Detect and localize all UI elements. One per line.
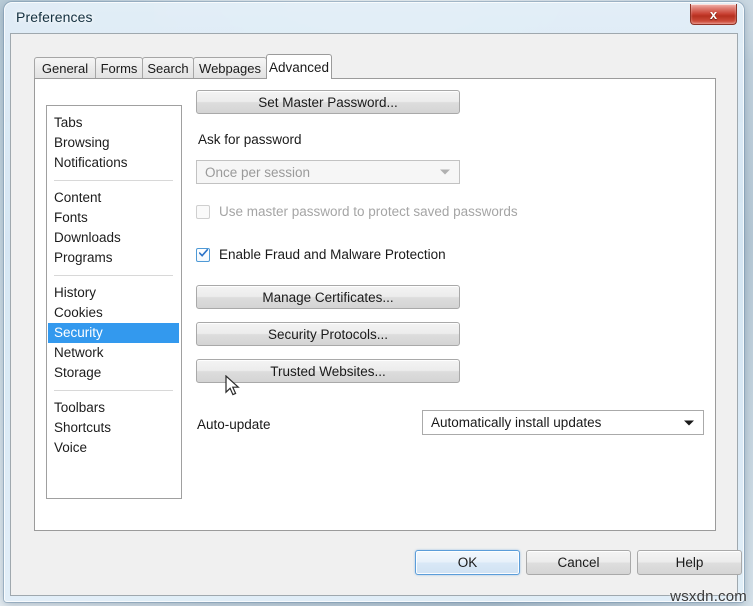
tab-search[interactable]: Search xyxy=(142,57,194,78)
sidebar-item-voice[interactable]: Voice xyxy=(47,438,181,458)
enable-fraud-protection-checkbox[interactable] xyxy=(196,247,210,262)
ok-button[interactable]: OK xyxy=(415,550,520,575)
category-group-separator xyxy=(54,275,173,276)
close-button[interactable]: x xyxy=(690,4,737,25)
sidebar-item-history[interactable]: History xyxy=(47,283,181,303)
chevron-down-icon xyxy=(440,169,450,175)
enable-fraud-protection-label: Enable Fraud and Malware Protection xyxy=(219,247,446,262)
sidebar-item-security[interactable]: Security xyxy=(48,323,179,343)
dialog-client-area: General Forms Search Webpages Advanced Tabs B… xyxy=(10,33,742,596)
use-master-password-checkbox-row[interactable]: Use master password to protect saved pas… xyxy=(196,204,518,219)
preferences-window: Preferences x General Forms Search Webpages… xyxy=(4,2,744,602)
tab-forms[interactable]: Forms xyxy=(95,57,143,78)
sidebar-item-network[interactable]: Network xyxy=(47,343,181,363)
site-watermark: wsxdn.com xyxy=(670,588,747,605)
manage-certificates-button[interactable]: Manage Certificates... xyxy=(196,285,460,309)
cancel-button[interactable]: Cancel xyxy=(526,550,631,575)
tab-advanced[interactable]: Advanced xyxy=(266,54,332,79)
sidebar-item-downloads[interactable]: Downloads xyxy=(47,228,181,248)
category-list[interactable]: Tabs Browsing Notifications Content Fonts Dow… xyxy=(46,105,182,499)
auto-update-dropdown[interactable]: Automatically install updates xyxy=(422,410,704,435)
use-master-password-label: Use master password to protect saved pas… xyxy=(219,204,518,219)
tab-webpages[interactable]: Webpages xyxy=(193,57,267,78)
sidebar-item-toolbars[interactable]: Toolbars xyxy=(47,398,181,418)
category-group-separator xyxy=(54,390,173,391)
sidebar-item-storage[interactable]: Storage xyxy=(47,363,181,383)
sidebar-item-browsing[interactable]: Browsing xyxy=(47,133,181,153)
sidebar-item-content[interactable]: Content xyxy=(47,188,181,208)
checkmark-icon xyxy=(199,248,208,257)
auto-update-value: Automatically install updates xyxy=(431,415,602,430)
auto-update-label: Auto-update xyxy=(197,417,271,432)
trusted-websites-button[interactable]: Trusted Websites... xyxy=(196,359,460,383)
tab-general[interactable]: General xyxy=(34,57,96,78)
sidebar-item-cookies[interactable]: Cookies xyxy=(47,303,181,323)
tab-page-advanced: Tabs Browsing Notifications Content Fonts Dow… xyxy=(34,78,716,531)
set-master-password-button[interactable]: Set Master Password... xyxy=(196,90,460,114)
security-protocols-button[interactable]: Security Protocols... xyxy=(196,322,460,346)
category-group-separator xyxy=(54,180,173,181)
enable-fraud-protection-checkbox-row[interactable]: Enable Fraud and Malware Protection xyxy=(196,247,446,262)
use-master-password-checkbox[interactable] xyxy=(196,204,210,219)
window-title: Preferences xyxy=(16,9,93,25)
help-button[interactable]: Help xyxy=(637,550,742,575)
ask-for-password-dropdown[interactable]: Once per session xyxy=(196,160,460,184)
window-titlebar[interactable]: Preferences x xyxy=(5,3,743,33)
ask-for-password-value: Once per session xyxy=(205,164,311,180)
sidebar-item-programs[interactable]: Programs xyxy=(47,248,181,268)
chevron-down-icon xyxy=(684,420,694,425)
ask-for-password-label: Ask for password xyxy=(198,132,302,147)
sidebar-item-shortcuts[interactable]: Shortcuts xyxy=(47,418,181,438)
close-icon: x xyxy=(709,6,718,22)
sidebar-item-notifications[interactable]: Notifications xyxy=(47,153,181,173)
sidebar-item-tabs[interactable]: Tabs xyxy=(47,113,181,133)
sidebar-item-fonts[interactable]: Fonts xyxy=(47,208,181,228)
